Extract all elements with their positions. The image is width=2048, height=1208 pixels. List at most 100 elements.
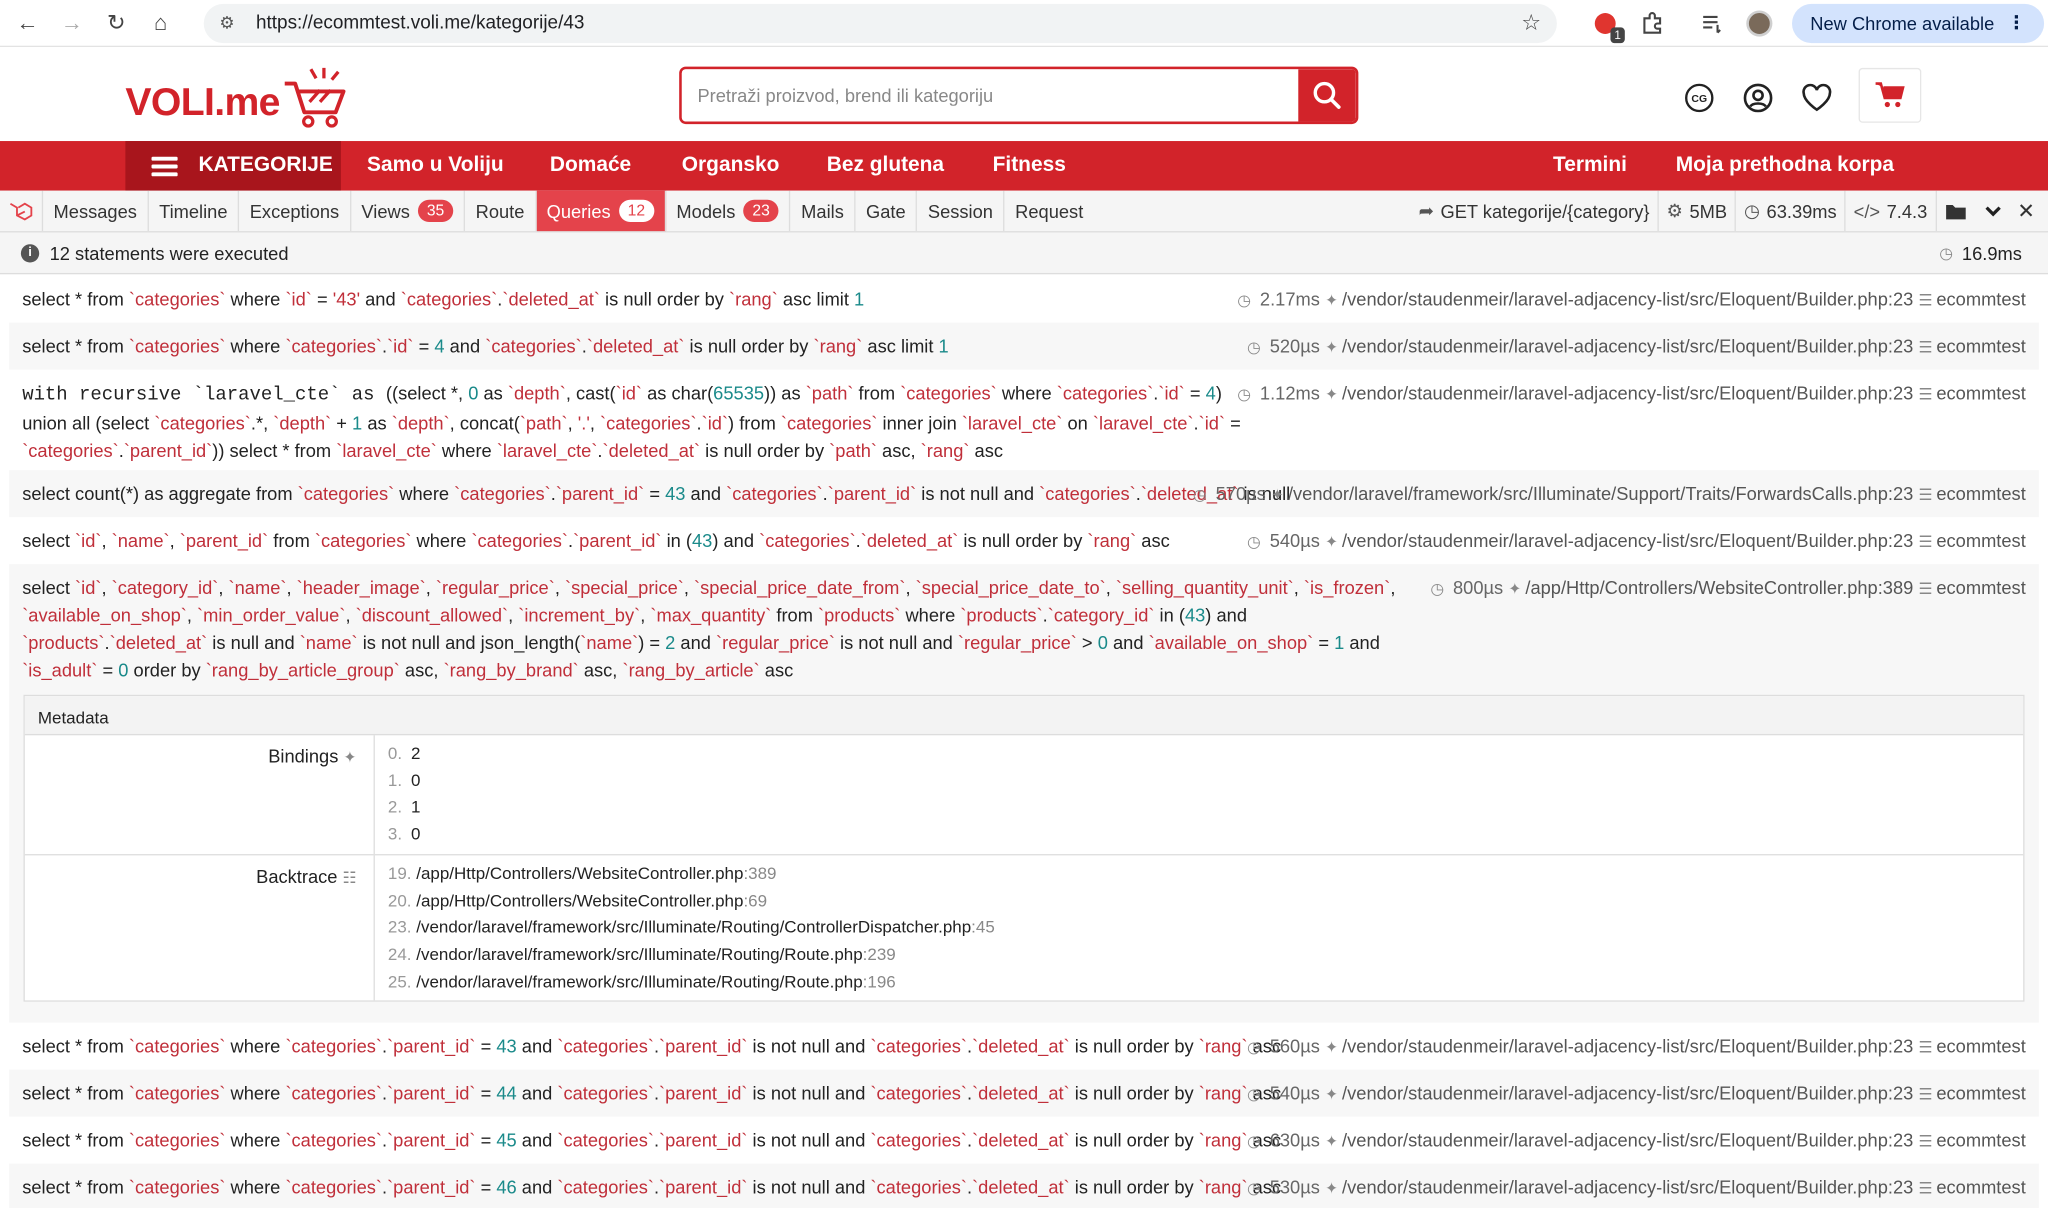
query-duration: 570µs (1215, 483, 1266, 505)
query-connection: ecommtest (1936, 382, 2026, 404)
wishlist-heart-icon[interactable] (1800, 81, 1834, 115)
kebab-menu-icon[interactable]: ⋮ (2007, 12, 2025, 34)
search-button[interactable] (1298, 69, 1356, 122)
clock-icon: ◷ (1247, 338, 1261, 357)
tab-messages[interactable]: Messages (43, 190, 149, 232)
backtrace-file: /vendor/laravel/framework/src/Illuminate… (416, 971, 863, 991)
extension-icon[interactable]: 1 (1591, 8, 1625, 43)
tab-queries[interactable]: Queries 12 (536, 190, 666, 232)
home-icon[interactable]: ⌂ (144, 6, 178, 40)
pin-icon: ✦ (1270, 485, 1285, 505)
pin-icon: ✦ (1508, 579, 1522, 599)
open-folder-icon[interactable] (1935, 190, 1975, 232)
query-row[interactable]: select * from `categories` where `catego… (9, 322, 2039, 370)
tab-route[interactable]: Route (465, 190, 537, 232)
extension-badge: 1 (1610, 26, 1625, 43)
back-icon[interactable]: ← (10, 6, 44, 40)
list-icon: ☷ (342, 868, 357, 887)
url-text[interactable]: https://ecommtest.voli.me/kategorije/43 (256, 12, 1521, 33)
tab-request[interactable]: Request (1005, 191, 1094, 231)
backtrace-item[interactable]: 19. /app/Http/Controllers/WebsiteControl… (388, 860, 2010, 887)
categories-menu-button[interactable]: KATEGORIJE (125, 141, 341, 191)
query-row[interactable]: select * from `categories` where `id` = … (9, 276, 2039, 323)
query-source: /app/Http/Controllers/WebsiteController.… (1525, 577, 1914, 599)
search-icon (1313, 81, 1341, 109)
tab-exceptions[interactable]: Exceptions (239, 190, 351, 232)
summary-text: 12 statements were executed (49, 242, 289, 264)
query-row[interactable]: select * from `categories` where `catego… (9, 1023, 2039, 1070)
php-version-indicator[interactable]: </> 7.4.3 (1844, 190, 1936, 232)
voli-logo[interactable]: VOLI.me (125, 65, 350, 130)
tab-gate[interactable]: Gate (856, 190, 918, 232)
total-time-text: 16.9ms (1961, 242, 2022, 264)
tab-timeline[interactable]: Timeline (149, 190, 240, 232)
query-row[interactable]: select count(*) as aggregate from `categ… (9, 470, 2039, 518)
address-bar[interactable]: ⚙ https://ecommtest.voli.me/kategorije/4… (203, 3, 1557, 43)
tab-count-badge: 23 (743, 199, 779, 223)
currency-button[interactable]: CG (1682, 81, 1716, 115)
nav-bez-glutena[interactable]: Bez glutena (827, 141, 944, 191)
tab-label: Gate (866, 200, 906, 222)
reload-icon[interactable]: ↻ (99, 6, 133, 40)
profile-avatar[interactable] (1745, 8, 1774, 37)
backtrace-label: Backtrace ☷ (25, 855, 375, 1001)
query-row[interactable]: select * from `categories` where `catego… (9, 1163, 2039, 1208)
query-connection: ecommtest (1936, 1035, 2026, 1057)
forward-icon[interactable]: → (55, 6, 89, 40)
nav-samo-u-voliju[interactable]: Samo u Voliju (367, 141, 504, 191)
cart-button[interactable] (1858, 67, 1922, 123)
query-duration: 530µs (1269, 1176, 1320, 1198)
nav-domace[interactable]: Domaće (550, 141, 631, 191)
tab-models[interactable]: Models 23 (666, 190, 791, 232)
memory-indicator[interactable]: ⚙ 5MB (1657, 190, 1735, 232)
time-indicator[interactable]: ◷ 63.39ms (1734, 190, 1845, 232)
site-settings-icon[interactable]: ⚙ (219, 12, 245, 33)
nav-termini[interactable]: Termini (1553, 141, 1627, 191)
binding-item: 2. 1 (387, 797, 421, 817)
nav-fitness[interactable]: Fitness (993, 141, 1066, 191)
query-connection: ecommtest (1936, 335, 2026, 357)
query-row-expanded[interactable]: select `id`, `category_id`, `name`, `hea… (9, 564, 2039, 1023)
nav-moja-prethodna-korpa[interactable]: Moja prethodna korpa (1676, 141, 1894, 191)
query-duration: 520µs (1269, 335, 1320, 357)
nav-organsko[interactable]: Organsko (682, 141, 780, 191)
backtrace-item[interactable]: 20. /app/Http/Controllers/WebsiteControl… (388, 887, 2010, 914)
total-time: ◷ 16.9ms (1939, 232, 2022, 274)
query-connection: ecommtest (1936, 1082, 2026, 1104)
backtrace-item[interactable]: 23. /vendor/laravel/framework/src/Illumi… (388, 914, 2010, 941)
categories-label: KATEGORIJE (198, 154, 333, 177)
laravel-logo-icon[interactable] (0, 190, 44, 232)
pin-icon: ✦ (343, 748, 357, 767)
query-row[interactable]: select `id`, `name`, `parent_id` from `c… (9, 517, 2039, 564)
bookmark-star-icon[interactable]: ☆ (1521, 10, 1541, 36)
backtrace-item[interactable]: 25. /vendor/laravel/framework/src/Illumi… (388, 969, 2010, 996)
new-chrome-available-button[interactable]: New Chrome available ⋮ (1791, 3, 2044, 43)
minimize-chevron-icon[interactable] (1976, 191, 2010, 231)
account-icon[interactable] (1741, 81, 1775, 115)
query-row[interactable]: with recursive `laravel_cte` as ((select… (9, 370, 2039, 471)
tab-views[interactable]: Views 35 (351, 190, 466, 232)
route-indicator[interactable]: ➦ GET kategorije/{category} (1411, 191, 1658, 231)
statements-summary: i 12 statements were executed ◷ 16.9ms (0, 232, 2048, 275)
tab-label: Models (676, 200, 736, 222)
backtrace-item[interactable]: 24. /vendor/laravel/framework/src/Illumi… (388, 941, 2010, 968)
search-input[interactable] (681, 69, 1299, 122)
clock-icon: ◷ (1744, 199, 1760, 221)
query-row[interactable]: select * from `categories` where `catego… (9, 1117, 2039, 1164)
binding-value: 0 (410, 824, 421, 844)
hamburger-icon (151, 152, 178, 179)
query-source: /vendor/staudenmeir/laravel-adjacency-li… (1342, 335, 1914, 357)
query-row[interactable]: select * from `categories` where `catego… (9, 1069, 2039, 1117)
query-duration: 560µs (1269, 1035, 1320, 1057)
bindings-row: Bindings ✦ 0. 2 1. 0 2. 1 3. 0 (24, 735, 2024, 856)
parent-id-value: 45 (496, 1129, 517, 1151)
reading-list-icon[interactable] (1698, 8, 1727, 37)
tab-session[interactable]: Session (917, 190, 1005, 232)
database-icon: ☰ (1918, 485, 1933, 505)
metadata-header: Metadata (24, 696, 2024, 736)
database-icon: ☰ (1918, 532, 1933, 552)
puzzle-icon[interactable] (1638, 8, 1667, 37)
close-icon[interactable]: ✕ (2010, 191, 2048, 231)
tab-mails[interactable]: Mails (791, 190, 856, 232)
binding-value: 0 (410, 770, 421, 790)
